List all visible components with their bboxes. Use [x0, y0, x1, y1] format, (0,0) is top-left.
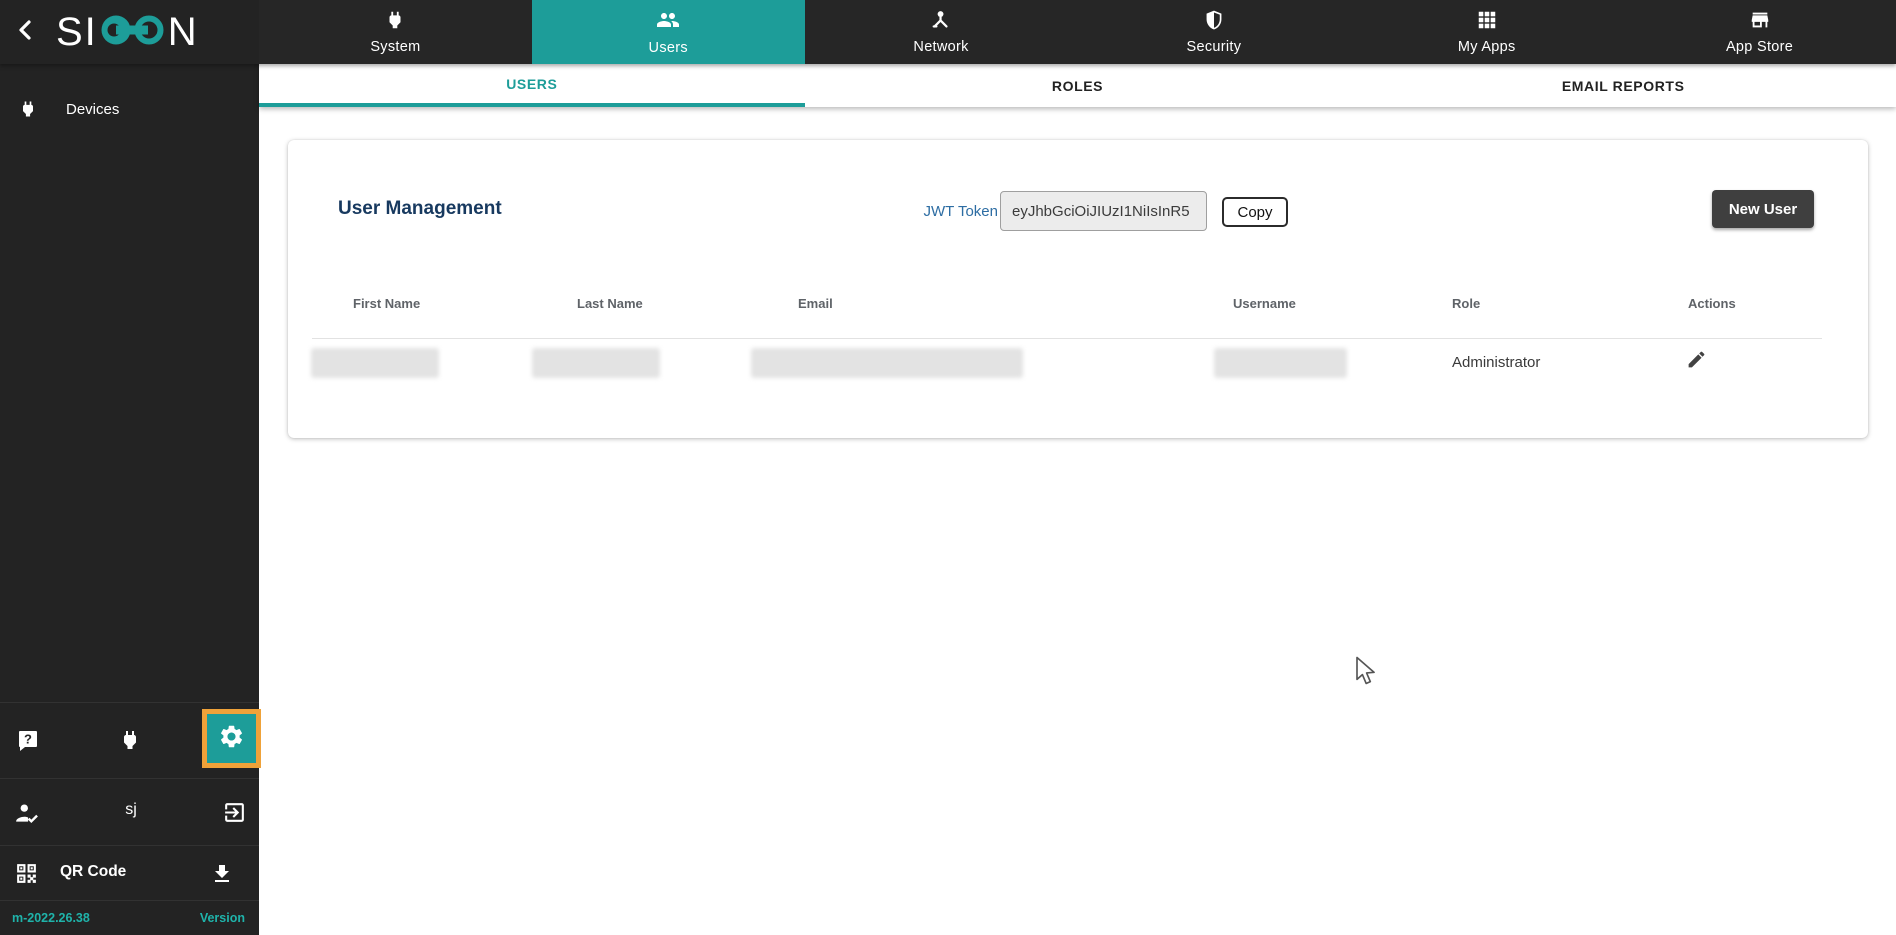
tab-label: Users	[649, 40, 688, 56]
table-header-divider	[312, 338, 1822, 339]
redacted-email-cell	[751, 348, 1023, 378]
qr-code-icon[interactable]	[14, 861, 39, 891]
storefront-icon	[1749, 9, 1771, 36]
tab-label: App Store	[1726, 39, 1793, 55]
network-icon	[930, 9, 952, 36]
main-content: User Management JWT Token Copy New User …	[259, 107, 1896, 935]
tab-label: My Apps	[1458, 39, 1516, 55]
tab-label: System	[370, 39, 420, 55]
col-header-role: Role	[1452, 296, 1480, 311]
brand-area: SI N	[0, 0, 259, 64]
col-header-username: Username	[1233, 296, 1296, 311]
download-icon[interactable]	[210, 862, 234, 891]
col-header-email: Email	[798, 296, 833, 311]
back-button[interactable]	[4, 10, 48, 54]
help-button[interactable]: ?	[16, 729, 40, 758]
logo-text-suffix: N	[168, 12, 199, 52]
tab-security[interactable]: Security	[1077, 0, 1350, 64]
sidebar-tools-row: ?	[0, 702, 259, 778]
sicon-logo: SI N	[56, 9, 199, 56]
redacted-first-name-cell	[311, 348, 439, 378]
sidebar-item-devices[interactable]: Devices	[0, 84, 259, 134]
page-title: User Management	[338, 198, 502, 220]
plug-icon	[384, 9, 406, 36]
tab-label: Security	[1187, 39, 1242, 55]
copy-button[interactable]: Copy	[1222, 197, 1288, 227]
sidebar-account-row: sj	[0, 778, 259, 845]
subtab-email-reports[interactable]: EMAIL REPORTS	[1350, 64, 1896, 107]
edit-user-button[interactable]	[1686, 349, 1710, 373]
users-icon	[656, 8, 680, 37]
sub-tab-bar: USERS ROLES EMAIL REPORTS	[259, 64, 1896, 107]
new-user-button[interactable]: New User	[1712, 190, 1814, 228]
gear-icon	[218, 723, 245, 755]
tab-app-store[interactable]: App Store	[1623, 0, 1896, 64]
plug-icon	[16, 99, 40, 119]
redacted-last-name-cell	[532, 348, 660, 378]
col-header-first-name: First Name	[353, 296, 420, 311]
apps-grid-icon	[1476, 9, 1498, 36]
jwt-token-label: JWT Token	[906, 203, 998, 220]
settings-button[interactable]	[202, 709, 261, 768]
user-check-icon[interactable]	[14, 800, 40, 831]
logo-link-icon	[98, 9, 168, 56]
tab-users[interactable]: Users	[532, 0, 805, 64]
sidebar-version-row: m-2022.26.38 Version	[0, 900, 259, 935]
qr-code-label[interactable]: QR Code	[60, 863, 126, 881]
subtab-users[interactable]: USERS	[259, 64, 805, 107]
logout-icon[interactable]	[222, 800, 247, 830]
version-value: m-2022.26.38	[12, 911, 90, 925]
tab-network[interactable]: Network	[805, 0, 1078, 64]
pencil-icon	[1686, 357, 1707, 374]
jwt-token-input[interactable]	[1000, 191, 1207, 231]
shield-icon	[1203, 9, 1225, 36]
col-header-last-name: Last Name	[577, 296, 643, 311]
sidebar-item-label: Devices	[66, 101, 119, 118]
col-header-actions: Actions	[1688, 296, 1736, 311]
user-management-card: User Management JWT Token Copy New User …	[288, 140, 1868, 438]
subtab-roles[interactable]: ROLES	[805, 64, 1351, 107]
tab-my-apps[interactable]: My Apps	[1350, 0, 1623, 64]
device-plug-button[interactable]	[118, 728, 142, 757]
username-label: sj	[106, 801, 156, 819]
redacted-username-cell	[1214, 348, 1347, 378]
chevron-left-icon	[14, 18, 38, 47]
role-cell: Administrator	[1452, 354, 1540, 371]
version-label: Version	[200, 911, 245, 925]
tab-system[interactable]: System	[259, 0, 532, 64]
svg-text:?: ?	[24, 732, 32, 747]
top-navigation-bar: SI N System Users	[0, 0, 1896, 64]
sidebar: Devices ? sj	[0, 64, 259, 935]
tab-label: Network	[913, 39, 968, 55]
sidebar-qr-row: QR Code	[0, 845, 259, 900]
logo-text-prefix: SI	[56, 12, 98, 52]
